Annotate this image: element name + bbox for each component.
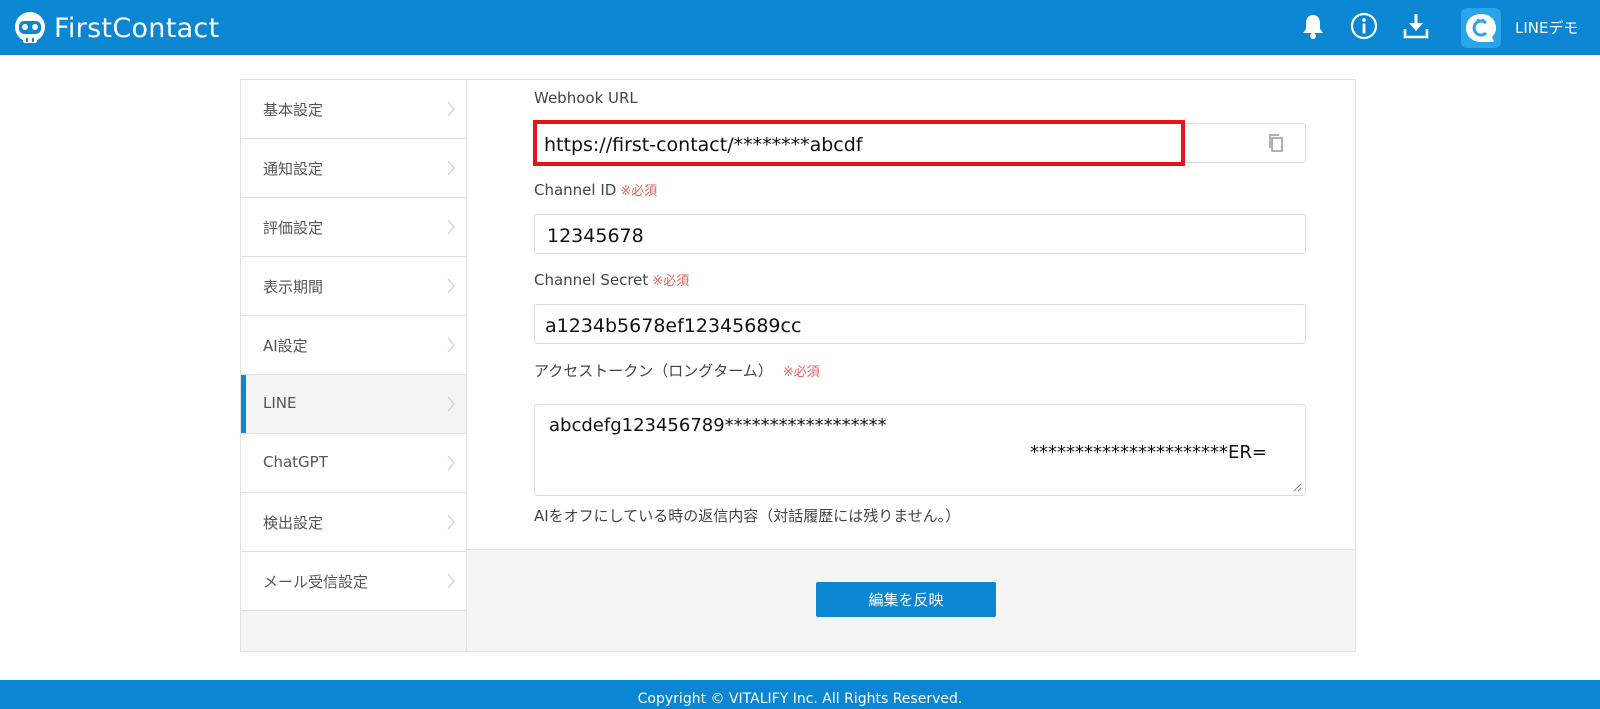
sidebar-item-label: LINE [263,394,297,412]
settings-form: Webhook URL https://first-contact/******… [467,80,1355,549]
access-token-line-1: abcdefg123456789****************** [549,415,887,436]
logo-text: FirstContact [54,12,220,44]
chevron-right-icon [447,395,456,413]
channel-id-value: 12345678 [547,225,644,247]
channel-secret-label: Channel Secret ※必須 [534,270,689,289]
settings-sidebar: 基本設定 通知設定 評価設定 表示期間 AI設定 LINE ChatGPT 検出… [241,80,467,651]
apply-changes-button[interactable]: 編集を反映 [816,582,996,617]
ai-off-reply-label: AIをオフにしている時の返信内容（対話履歴には残りません。） [534,507,961,525]
sidebar-item-label: 通知設定 [263,160,324,178]
chevron-right-icon [447,336,456,354]
sidebar-item-chatgpt[interactable]: ChatGPT [241,434,466,493]
sidebar-item-detection[interactable]: 検出設定 [241,493,466,552]
copy-icon[interactable] [1267,133,1285,153]
webhook-url-field[interactable]: https://first-contact/********abcdf [534,123,1306,163]
chevron-right-icon [447,513,456,531]
channel-secret-field[interactable]: a1234b5678ef12345689cc [534,304,1306,344]
logo[interactable]: FirstContact [12,9,219,47]
info-icon[interactable] [1349,11,1379,41]
sidebar-item-label: 基本設定 [263,101,324,119]
sidebar-item-label: 表示期間 [263,278,324,296]
sidebar-item-notification[interactable]: 通知設定 [241,139,466,198]
sidebar-item-ai[interactable]: AI設定 [241,316,466,375]
chevron-right-icon [447,277,456,295]
required-mark: ※必須 [620,184,658,199]
chevron-right-icon [447,159,456,177]
sidebar-item-label: 検出設定 [263,514,324,532]
sidebar-item-label: ChatGPT [263,453,328,471]
access-token-label-text: アクセストークン（ロングターム） [534,362,773,380]
settings-panel: 基本設定 通知設定 評価設定 表示期間 AI設定 LINE ChatGPT 検出… [240,79,1356,652]
app-header: FirstContact LINEデモ [0,0,1600,55]
sidebar-item-basic[interactable]: 基本設定 [241,80,466,139]
access-token-line-2: **********************ER= [1030,442,1267,463]
sidebar-item-label: メール受信設定 [263,573,369,591]
download-icon[interactable] [1401,11,1431,41]
webhook-url-label: Webhook URL [534,89,638,107]
chevron-right-icon [447,218,456,236]
sidebar-item-label: 評価設定 [263,219,324,237]
user-name[interactable]: LINEデモ [1515,17,1578,38]
robot-logo-icon [15,12,45,43]
access-token-label: アクセストークン（ロングターム） ※必須 [534,360,820,381]
sidebar-item-evaluation[interactable]: 評価設定 [241,198,466,257]
bell-icon[interactable] [1298,11,1328,41]
sidebar-item-display-period[interactable]: 表示期間 [241,257,466,316]
channel-id-label-text: Channel ID [534,181,617,199]
copyright-text: Copyright © VITALIFY Inc. All Rights Res… [637,691,963,707]
webhook-url-value: https://first-contact/********abcdf [544,134,863,156]
sidebar-item-line[interactable]: LINE [241,375,466,434]
sidebar-item-mail[interactable]: メール受信設定 [241,552,466,611]
channel-secret-label-text: Channel Secret [534,271,649,289]
required-mark: ※必須 [652,274,690,289]
resize-grip-icon[interactable] [1292,482,1302,492]
sidebar-item-label: AI設定 [263,337,308,355]
chevron-right-icon [447,454,456,472]
channel-id-field[interactable]: 12345678 [534,214,1306,254]
chevron-right-icon [447,100,456,118]
channel-secret-value: a1234b5678ef12345689cc [545,315,802,337]
app-footer: Copyright © VITALIFY Inc. All Rights Res… [0,680,1600,709]
access-token-textarea[interactable]: abcdefg123456789****************** *****… [534,404,1306,496]
divider [467,549,1355,550]
required-mark: ※必須 [782,365,820,380]
avatar-icon[interactable] [1461,8,1501,48]
channel-id-label: Channel ID ※必須 [534,180,657,199]
chevron-right-icon [447,572,456,590]
